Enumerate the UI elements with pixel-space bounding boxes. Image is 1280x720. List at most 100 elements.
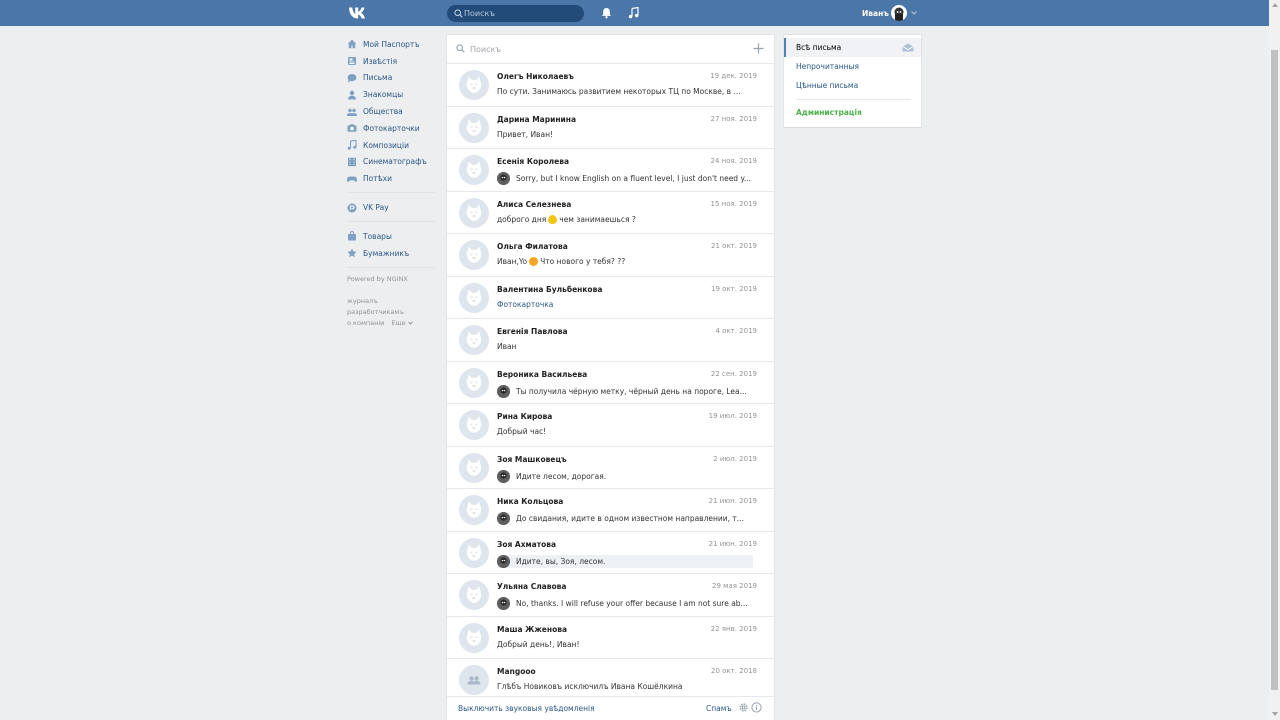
- scroll-down-arrow[interactable]: [1272, 712, 1278, 716]
- conversation-row[interactable]: Есенія Королева 24 ноя. 2019 Sorry, but I …: [447, 149, 774, 192]
- conversation-row[interactable]: Алиса Селезнева 15 ноя. 2019 доброго дня че…: [447, 192, 774, 234]
- conversation-row[interactable]: Дарина Маринина 27 ноя. 2019 Привет, Иван!: [447, 107, 774, 149]
- conversation-name[interactable]: Дарина Маринина: [497, 115, 576, 124]
- music-note-icon[interactable]: [628, 7, 639, 19]
- blog-link[interactable]: журналъ: [347, 296, 437, 307]
- more-link[interactable]: Еще: [391, 319, 405, 327]
- sidebar-item-groups[interactable]: Общества: [347, 103, 437, 120]
- avatar[interactable]: [459, 495, 489, 525]
- header-avatar[interactable]: [891, 5, 907, 21]
- vk-logo-icon[interactable]: [348, 6, 368, 20]
- header-user-name[interactable]: Иванъ: [862, 9, 889, 18]
- group-avatar[interactable]: [459, 665, 489, 695]
- avatar[interactable]: [459, 240, 489, 270]
- sidebar-item-label: Знакомцы: [363, 90, 404, 100]
- envelope-icon[interactable]: [902, 43, 914, 52]
- conversation-preview: По сути. Занимаюсь развитием некоторых Т…: [497, 87, 757, 96]
- sidebar-item-label: Общества: [363, 107, 403, 117]
- conversation-row[interactable]: Евгенія Павлова 4 окт. 2019 Иван: [447, 319, 774, 362]
- header-search-input[interactable]: [464, 6, 579, 21]
- bell-icon[interactable]: [601, 7, 612, 19]
- avatar[interactable]: [459, 197, 489, 228]
- sidebar-item-wallet[interactable]: Бумажникъ: [347, 245, 437, 262]
- conversation-row[interactable]: Зоя Машковецъ 2 июл. 2019 Идите лесом, дор…: [447, 447, 774, 489]
- conversation-row[interactable]: Маша Жженова 22 янв. 2019 Добрый день!, Ив…: [447, 617, 774, 659]
- avatar[interactable]: [459, 70, 489, 100]
- avatar[interactable]: [459, 155, 489, 185]
- preview-text: Иван,Yo: [497, 257, 528, 266]
- conversation-name[interactable]: Алиса Селезнева: [497, 200, 571, 209]
- avatar[interactable]: [459, 325, 489, 355]
- conversation-name[interactable]: Маша Жженова: [497, 625, 567, 634]
- footer-links-row: о компаніи Еще: [347, 318, 437, 329]
- folder-important[interactable]: Цѣнные письма: [784, 76, 921, 95]
- conversation-name[interactable]: Олегъ Николаевъ: [497, 72, 574, 81]
- preview-text: Добрый час!: [497, 427, 547, 436]
- conversation-preview: Добрый час!: [497, 427, 757, 436]
- preview-text: Ты получила чёрную метку, чёрный день на…: [516, 386, 747, 396]
- conversation-name[interactable]: Есенія Королева: [497, 157, 569, 166]
- scrollbar-thumb[interactable]: [1271, 50, 1278, 690]
- conversation-name[interactable]: Mangooo: [497, 667, 536, 676]
- search-icon: [454, 9, 463, 18]
- avatar[interactable]: [459, 282, 489, 313]
- conversation-name[interactable]: Валентина Бульбенкова: [497, 285, 602, 294]
- new-message-plus-icon[interactable]: [752, 42, 765, 55]
- sidebar-item-messages[interactable]: Письма: [347, 70, 437, 87]
- conversation-name[interactable]: Евгенія Павлова: [497, 327, 568, 336]
- sidebar-item-goods[interactable]: Товары: [347, 228, 437, 245]
- sender-avatar: [497, 384, 510, 398]
- conversation-name[interactable]: Зоя Машковецъ: [497, 455, 567, 464]
- avatar[interactable]: [459, 367, 489, 398]
- sidebar-item-music[interactable]: Композиціи: [347, 137, 437, 154]
- conversation-row[interactable]: Валентина Бульбенкова 19 окт. 2019 Фотокар…: [447, 277, 774, 319]
- conversation-row[interactable]: Ульяна Славова 29 мая 2019 No, thanks. I w…: [447, 574, 774, 617]
- conversation-row[interactable]: Олегъ Николаевъ 19 дек. 2019 По сути. Зани…: [447, 64, 774, 107]
- sidebar-item-video[interactable]: Синематографъ: [347, 154, 437, 171]
- conversation-name[interactable]: Ульяна Славова: [497, 582, 566, 591]
- gear-icon[interactable]: [738, 702, 749, 713]
- conversation-name[interactable]: Зоя Ахматова: [497, 540, 556, 549]
- conversation-row[interactable]: Зоя Ахматова 21 июн. 2019 Идите, вы, Зоя, …: [447, 532, 774, 574]
- sound-notifications-toggle[interactable]: Выключить звуковыя увѣдомленія: [458, 704, 595, 713]
- search-icon: [456, 44, 465, 53]
- sidebar-item-news[interactable]: Извѣстія: [347, 53, 437, 70]
- conversation-row[interactable]: Ольга Филатова 21 окт. 2019 Иван,Yo Что нов…: [447, 234, 774, 277]
- about-link[interactable]: о компаніи: [347, 319, 384, 327]
- info-icon[interactable]: [751, 702, 762, 713]
- avatar[interactable]: [459, 452, 489, 483]
- sidebar-item-profile[interactable]: Мой Паспортъ: [347, 36, 437, 53]
- conversation-preview: До свидания, идите в одном известном нап…: [497, 512, 757, 525]
- sidebar-item-games[interactable]: Потѣхи: [347, 170, 437, 187]
- conversation-preview: Идите лесом, дорогая.: [497, 469, 757, 483]
- avatar[interactable]: [459, 112, 489, 143]
- conversation-row[interactable]: Вероника Васильева 22 сен. 2019 Ты получил…: [447, 362, 774, 404]
- conversation-name[interactable]: Ольга Филатова: [497, 242, 568, 251]
- conversation-row[interactable]: Рина Кирова 19 июл. 2019 Добрый час!: [447, 404, 774, 447]
- sidebar-item-friends[interactable]: Знакомцы: [347, 86, 437, 103]
- photo-attachment-link[interactable]: Фотокарточка: [497, 300, 553, 309]
- conversation-name[interactable]: Рина Кирова: [497, 412, 552, 421]
- avatar[interactable]: [459, 537, 489, 568]
- chevron-down-icon[interactable]: [911, 11, 917, 15]
- avatar[interactable]: [459, 622, 489, 653]
- sidebar-item-vkpay[interactable]: VK Pay: [347, 199, 437, 216]
- folder-admin[interactable]: Администрація: [784, 103, 921, 122]
- groups-icon: [347, 108, 357, 116]
- scroll-up-arrow[interactable]: [1272, 3, 1278, 7]
- header-search[interactable]: [447, 5, 584, 22]
- spam-link[interactable]: Спамъ: [706, 704, 732, 713]
- preview-text: Добрый день!, Иван!: [497, 639, 580, 649]
- sidebar-item-photos[interactable]: Фотокарточки: [347, 120, 437, 137]
- developers-link[interactable]: разработчикамъ: [347, 307, 437, 318]
- conversation-name[interactable]: Вероника Васильева: [497, 370, 587, 379]
- top-header: Иванъ: [0, 0, 1280, 26]
- conversation-name[interactable]: Ника Кольцова: [497, 497, 563, 506]
- page-scrollbar[interactable]: [1269, 0, 1280, 720]
- messages-search-input[interactable]: [470, 41, 740, 57]
- avatar[interactable]: [459, 410, 489, 440]
- avatar[interactable]: [459, 580, 489, 610]
- folder-unread[interactable]: Непрочитанныя: [784, 57, 921, 76]
- conversation-row[interactable]: Ника Кольцова 21 июн. 2019 До свидания, ид…: [447, 489, 774, 532]
- folder-all[interactable]: Всѣ письма: [784, 38, 921, 57]
